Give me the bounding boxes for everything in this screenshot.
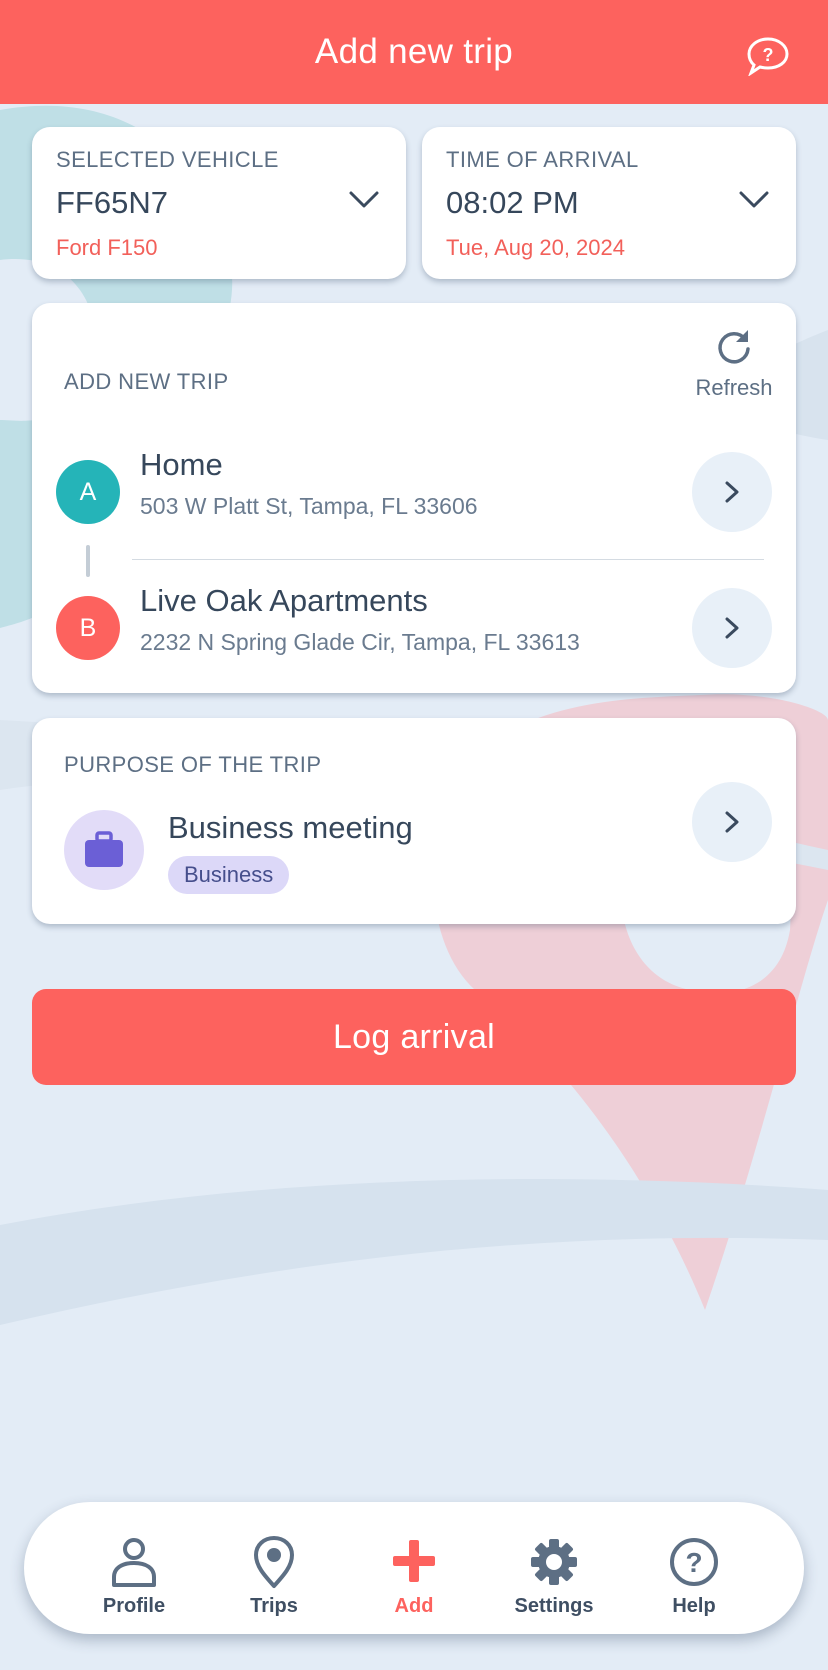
gear-icon bbox=[531, 1539, 577, 1585]
chevron-right-icon bbox=[725, 481, 739, 503]
stop-a-go-button[interactable] bbox=[692, 452, 772, 532]
log-arrival-button[interactable]: Log arrival bbox=[32, 989, 796, 1085]
svg-text:?: ? bbox=[685, 1547, 702, 1578]
purpose-label: PURPOSE OF THE TRIP bbox=[64, 752, 322, 777]
stop-a-badge: A bbox=[56, 460, 120, 524]
tab-settings-label: Settings bbox=[514, 1595, 594, 1617]
vehicle-plate: FF65N7 bbox=[56, 185, 168, 220]
refresh-icon bbox=[718, 330, 750, 364]
tab-help-label: Help bbox=[672, 1595, 716, 1617]
arrival-date: Tue, Aug 20, 2024 bbox=[446, 235, 625, 260]
purpose-icon-circle bbox=[64, 810, 144, 890]
tab-profile[interactable]: Profile bbox=[79, 1518, 189, 1618]
chevron-right-icon bbox=[725, 617, 739, 639]
stop-b-address: 2232 N Spring Glade Cir, Tampa, FL 33613 bbox=[140, 629, 580, 655]
time-of-arrival-selector[interactable]: TIME OF ARRIVAL 08:02 PM Tue, Aug 20, 20… bbox=[422, 127, 796, 279]
route-card: ADD NEW TRIP Refresh A Home 503 W Platt … bbox=[32, 303, 796, 693]
chevron-down-icon bbox=[349, 191, 379, 208]
purpose-name: Business meeting bbox=[168, 810, 413, 845]
refresh-label: Refresh bbox=[695, 375, 773, 400]
chevron-down-icon bbox=[739, 191, 769, 208]
question-icon: ? bbox=[670, 1538, 718, 1586]
stop-b-row[interactable]: B Live Oak Apartments 2232 N Spring Glad… bbox=[32, 571, 796, 681]
selected-vehicle-selector[interactable]: SELECTED VEHICLE FF65N7 Ford F150 bbox=[32, 127, 406, 279]
trip-purpose-card[interactable]: PURPOSE OF THE TRIP Business meeting Bus… bbox=[32, 718, 796, 924]
tab-trips-label: Trips bbox=[250, 1595, 298, 1617]
page-title: Add new trip bbox=[314, 32, 514, 71]
add-new-trip-label: ADD NEW TRIP bbox=[64, 369, 229, 394]
arrival-time: 08:02 PM bbox=[446, 185, 579, 220]
briefcase-icon bbox=[85, 831, 123, 867]
map-pin-icon bbox=[254, 1536, 294, 1588]
route-connector-line bbox=[86, 545, 90, 577]
vehicle-model: Ford F150 bbox=[56, 235, 158, 260]
stop-b-name: Live Oak Apartments bbox=[140, 583, 428, 618]
stop-a-row[interactable]: A Home 503 W Platt St, Tampa, FL 33606 bbox=[32, 435, 796, 545]
chat-help-icon[interactable]: ? bbox=[746, 36, 790, 76]
bottom-tab-bar: Profile Trips Add Settings ? Help bbox=[24, 1502, 804, 1634]
tab-add-label: Add bbox=[394, 1595, 434, 1617]
stop-b-go-button[interactable] bbox=[692, 588, 772, 668]
tab-help[interactable]: ? Help bbox=[639, 1518, 749, 1618]
person-icon bbox=[112, 1538, 156, 1587]
selected-vehicle-label: SELECTED VEHICLE bbox=[56, 147, 279, 172]
stop-a-address: 503 W Platt St, Tampa, FL 33606 bbox=[140, 493, 478, 519]
tab-add[interactable]: Add bbox=[359, 1518, 469, 1618]
tab-settings[interactable]: Settings bbox=[499, 1518, 609, 1618]
stop-a-name: Home bbox=[140, 447, 223, 482]
purpose-category-tag: Business bbox=[168, 856, 290, 894]
tab-trips[interactable]: Trips bbox=[219, 1518, 329, 1618]
time-of-arrival-label: TIME OF ARRIVAL bbox=[446, 147, 639, 172]
chevron-right-icon bbox=[725, 811, 739, 833]
plus-icon bbox=[393, 1540, 435, 1582]
stops-divider bbox=[132, 559, 764, 560]
app-header: Add new trip ? bbox=[0, 0, 828, 104]
stop-b-badge: B bbox=[56, 596, 120, 660]
purpose-go-button[interactable] bbox=[692, 782, 772, 862]
svg-text:?: ? bbox=[763, 45, 774, 65]
refresh-button[interactable]: Refresh bbox=[692, 327, 776, 413]
tab-profile-label: Profile bbox=[102, 1595, 166, 1617]
